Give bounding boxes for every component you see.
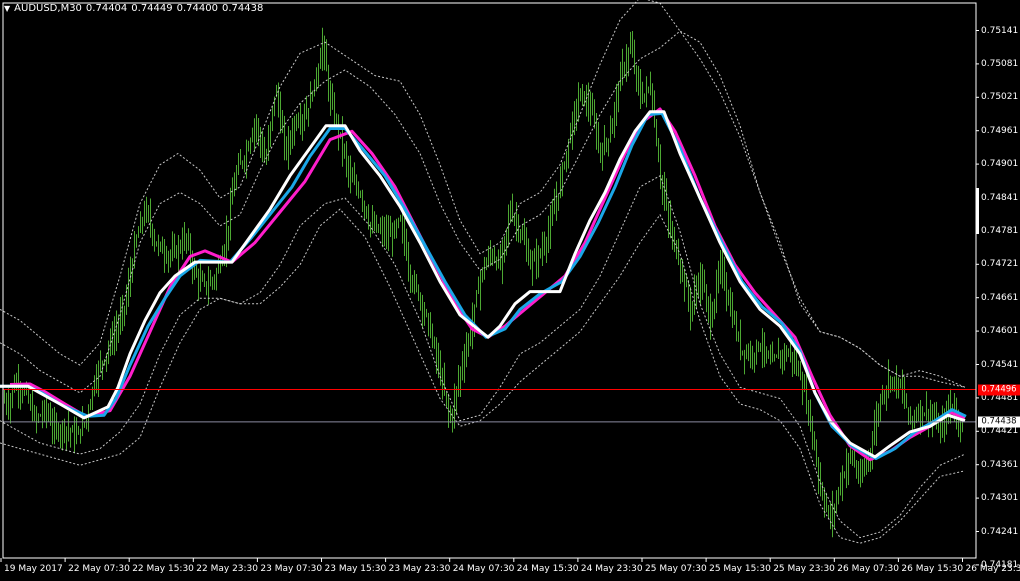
time-tick-label: 25 May 23:30 [773,564,835,574]
price-tick-label: 0.75141 [981,25,1019,36]
time-tick-label: 23 May 23:30 [388,564,451,574]
price-tick-label: 0.74661 [981,292,1019,303]
price-tick-label: 0.75081 [981,58,1019,69]
price-tick-label: 0.74541 [981,359,1019,370]
bid-price-badge: 0.74438 [978,416,1020,428]
price-scale-marker[interactable] [976,188,979,234]
time-tick-label: 23 May 15:30 [324,564,387,574]
price-axis[interactable]: 0.75141 0.75081 0.75021 0.74961 0.74901 0.748… [976,0,1020,570]
time-tick-label: 26 May 23:30 [965,564,1020,574]
time-tick-label: 26 May 15:30 [901,564,964,574]
price-tick-label: 0.74901 [981,159,1019,170]
moving-averages-layer [0,107,967,462]
price-tick-label: 0.74721 [981,259,1019,270]
price-tick-label: 0.74241 [981,526,1019,537]
time-tick-label: 24 May 23:30 [580,564,643,574]
time-tick-label: 25 May 07:30 [645,564,707,574]
triangle-down-icon[interactable]: ▼ [4,4,10,13]
time-tick-label: 19 May 2017 [4,564,63,574]
time-tick-label: 22 May 15:30 [132,564,194,574]
price-tick-label: 0.74841 [981,192,1019,203]
chart-root: ▼ AUDUSD,M30 0.74404 0.74449 0.74400 0.7… [0,0,1020,581]
price-tick-label: 0.74301 [981,493,1019,504]
price-tick-label: 0.74421 [981,426,1019,437]
ma-white-line [0,110,966,459]
price-tick-label: 0.74361 [981,459,1019,470]
envelope-band-1 [0,0,966,388]
close-price: 0.74438 [222,3,264,14]
time-axis[interactable]: 19 May 2017 22 May 07:30 22 May 15:30 22 Ma… [0,560,1020,581]
price-tick-label: 0.75021 [981,92,1019,103]
symbol-name: AUDUSD,M30 [14,3,82,14]
low-price: 0.74400 [176,3,218,14]
envelope-band-3 [0,175,966,539]
red-line-price-badge: 0.74496 [978,384,1020,396]
time-tick-label: 24 May 07:30 [452,564,515,574]
price-tick-label: 0.74961 [981,125,1019,136]
frame-layer [0,2,979,566]
price-tick-label: 0.74781 [981,225,1019,236]
price-tick-label: 0.74601 [981,326,1019,337]
time-tick-label: 23 May 07:30 [260,564,323,574]
open-price: 0.74404 [85,3,128,14]
time-tick-label: 25 May 15:30 [709,564,771,574]
time-tick-label: 24 May 15:30 [516,564,579,574]
time-tick-label: 22 May 23:30 [196,564,259,574]
time-tick-label: 26 May 07:30 [837,564,900,574]
time-tick-label: 22 May 07:30 [68,564,130,574]
chart-plot[interactable] [0,0,1020,581]
symbol-header: ▼ AUDUSD,M30 0.74404 0.74449 0.74400 0.7… [4,3,263,14]
candles-layer [4,27,963,538]
high-price: 0.74449 [131,3,173,14]
plot-frame [2,2,977,559]
